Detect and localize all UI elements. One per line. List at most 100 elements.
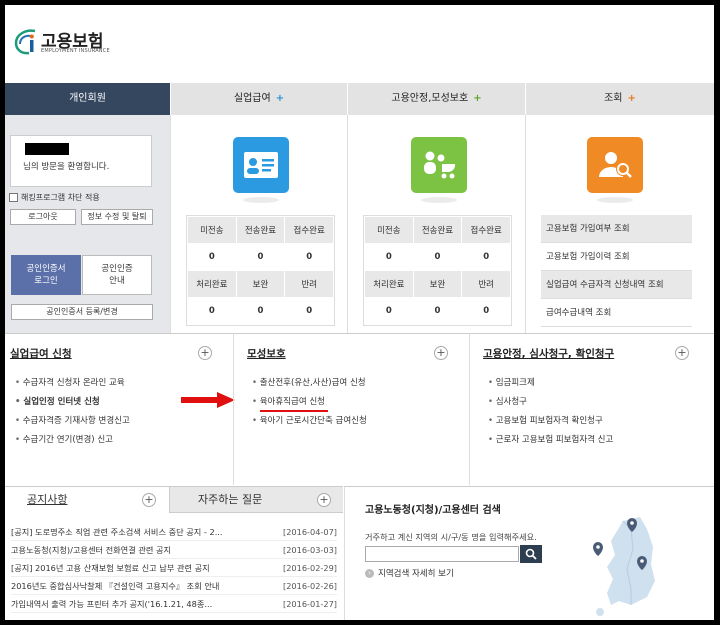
logout-button[interactable]: 로그아웃: [10, 209, 76, 225]
tab-label: 고용안정,모성보호: [391, 93, 469, 104]
lookup-item[interactable]: 고용보험 가입여부 조회: [541, 215, 692, 243]
stat-value[interactable]: 0: [461, 297, 511, 325]
list-item[interactable]: 임금피크제: [488, 374, 613, 393]
stat-header: 접수완료: [461, 216, 511, 244]
stat-value[interactable]: 0: [461, 243, 511, 271]
stat-value[interactable]: 0: [364, 243, 414, 271]
stat-value[interactable]: 0: [284, 243, 334, 271]
stat-value[interactable]: 0: [412, 243, 463, 271]
tab-label: 조회: [604, 93, 623, 104]
notice-date: [2016-02-26]: [283, 581, 337, 591]
logo-subtitle: EMPLOYMENT INSURANCE: [41, 48, 110, 54]
lookup-item[interactable]: 실업급여 수급자격 신청내역 조회: [541, 271, 692, 299]
region-detail-link[interactable]: › 지역검색 자세히 보기: [365, 567, 454, 579]
maternity-stats: 미전송 전송완료 접수완료 000 처리완료 보완 반려 000: [363, 215, 512, 326]
tab-employment-maternity[interactable]: 고용안정,모성보호 +: [347, 83, 525, 115]
stat-header: 전송완료: [412, 216, 463, 244]
region-search-input[interactable]: [365, 546, 519, 562]
hacking-check-label: 해킹프로그램 차단 적용: [21, 193, 100, 202]
notice-row[interactable]: [공지] 도로명주소 직업 관련 주소검색 서비스 중단 공지 - 2... [2…: [11, 523, 337, 541]
cert-guide-button[interactable]: 공인인증 안내: [82, 255, 152, 295]
hacking-checkbox[interactable]: [9, 193, 18, 202]
inquiry-column: 고용보험 가입여부 조회 고용보험 가입이력 조회 실업급여 수급자격 신청내역…: [525, 115, 714, 333]
list-item[interactable]: 출산전후(유산,사산)급여 신청: [252, 374, 367, 393]
list-item[interactable]: 고용보험 피보험자격 확인청구: [488, 412, 613, 431]
tab-individual-member[interactable]: 개인회원: [5, 83, 170, 115]
notice-row[interactable]: 2016년도 중합심사낙찰제 『건설인력 고용지수』 조회 안내 [2016-02…: [11, 577, 337, 595]
cert-login-button[interactable]: 공인인증서로그인: [11, 255, 81, 295]
notice-title: [공지] 도로명주소 직업 관련 주소검색 서비스 중단 공지 - 2...: [11, 527, 223, 537]
more-plus-icon[interactable]: +: [434, 346, 448, 360]
search-title: 고용노동청(지청)/고용센터 검색: [365, 505, 501, 516]
lookup-item[interactable]: 급여수급내역 조회: [541, 299, 692, 327]
notice-row[interactable]: 가입내역서 출력 가능 프린터 추가 공지('16.1.21, 48종... [2…: [11, 595, 337, 613]
lookup-list: 고용보험 가입여부 조회 고용보험 가입이력 조회 실업급여 수급자격 신청내역…: [541, 215, 692, 327]
family-stroller-icon[interactable]: [411, 137, 467, 203]
notice-title: [공지] 2016년 고용 산재보험 보험료 신고 납부 관련 공지: [11, 563, 210, 573]
unemployment-stats: 미전송 전송완료 접수완료 000 처리완료 보완 반려 000: [186, 215, 335, 326]
cert-register-button[interactable]: 공인인증서 등록/변경: [11, 304, 153, 320]
stat-header: 처리완료: [364, 270, 414, 298]
stat-value[interactable]: 0: [364, 297, 414, 325]
tab-faq-label: 자주하는 질문: [198, 493, 263, 506]
plus-icon: +: [275, 93, 285, 104]
list-item[interactable]: 실업인정 인터넷 신청: [15, 393, 130, 412]
more-plus-icon[interactable]: +: [317, 493, 331, 507]
stat-header: 처리완료: [187, 270, 237, 298]
list-item[interactable]: 수급기간 연기(변경) 신고: [15, 431, 130, 450]
stat-value[interactable]: 0: [412, 297, 463, 325]
notice-row[interactable]: [공지] 2016년 고용 산재보험 보험료 신고 납부 관련 공지 [2016-…: [11, 559, 337, 577]
person-search-icon[interactable]: [587, 137, 643, 203]
center-search: 고용노동청(지청)/고용센터 검색 거주하고 계신 지역의 시/구/동 명을 입…: [344, 486, 714, 620]
more-plus-icon[interactable]: +: [198, 346, 212, 360]
stat-value[interactable]: 0: [235, 243, 286, 271]
redacted-username: [25, 143, 69, 155]
notice-title: 가입내역서 출력 가능 프린터 추가 공지('16.1.21, 48종...: [11, 599, 213, 609]
lookup-item[interactable]: 고용보험 가입이력 조회: [541, 243, 692, 271]
cert-login-line2: 로그인: [34, 276, 58, 286]
notice-date: [2016-02-29]: [283, 563, 337, 573]
section-unemployment-apply: 실업급여 신청 + 수급자격 신청자 온라인 교육 실업인정 인터넷 신청 수급…: [5, 333, 235, 485]
notice-date: [2016-01-27]: [283, 599, 337, 609]
tab-inquiry[interactable]: 조회 +: [525, 83, 714, 115]
stat-header: 보완: [235, 270, 286, 298]
stat-value[interactable]: 0: [235, 297, 286, 325]
notice-row[interactable]: 고용노동청(지청)/고용센터 전화연결 관련 공지 [2016-03-03]: [11, 541, 337, 559]
red-underline: [260, 410, 328, 412]
korea-map-icon[interactable]: [585, 509, 665, 619]
tab-unemployment-benefit[interactable]: 실업급여 +: [170, 83, 347, 115]
list-item[interactable]: 수급자격증 기재사항 변경신고: [15, 412, 130, 431]
list-item[interactable]: 수급자격 신청자 온라인 교육: [15, 374, 130, 393]
section-title[interactable]: 고용안정, 심사청구, 확인청구: [483, 346, 614, 361]
more-plus-icon[interactable]: +: [675, 346, 689, 360]
circle-arrow-icon: ›: [365, 568, 374, 578]
maternity-column: 미전송 전송완료 접수완료 000 처리완료 보완 반려 000: [347, 115, 525, 333]
id-card-icon[interactable]: [233, 137, 289, 203]
list-item[interactable]: 심사청구: [488, 393, 613, 412]
region-detail-label: 지역검색 자세히 보기: [378, 569, 454, 579]
more-plus-icon[interactable]: +: [142, 493, 156, 507]
stat-value[interactable]: 0: [187, 297, 237, 325]
stat-header: 보완: [412, 270, 463, 298]
section-title[interactable]: 모성보호: [247, 346, 286, 361]
search-description: 거주하고 계신 지역의 시/구/동 명을 입력해주세요.: [365, 532, 537, 542]
red-arrow-icon: [181, 392, 235, 408]
stat-value[interactable]: 0: [187, 243, 237, 271]
notice-date: [2016-04-07]: [283, 527, 337, 537]
search-icon: [525, 548, 537, 560]
section-title[interactable]: 실업급여 신청: [10, 346, 72, 361]
section-maternity: 모성보호 + 출산전후(유산,사산)급여 신청 육아휴직급여 신청 육아기 근로…: [233, 333, 469, 485]
edit-info-button[interactable]: 정보 수정 및 탈퇴: [81, 209, 153, 225]
list-item[interactable]: 육아기 근로시간단축 급여신청: [252, 412, 367, 431]
plus-icon: +: [473, 93, 482, 104]
stat-value[interactable]: 0: [284, 297, 334, 325]
tab-label: 실업급여: [233, 93, 271, 104]
stat-header: 반려: [461, 270, 511, 298]
stat-header: 반려: [284, 270, 334, 298]
list-item[interactable]: 근로자 고용보험 피보험자격 신고: [488, 431, 614, 450]
notice-title: 2016년도 중합심사낙찰제 『건설인력 고용지수』 조회 안내: [11, 581, 220, 591]
search-button[interactable]: [520, 545, 542, 563]
page-frame: 고용보험 EMPLOYMENT INSURANCE 개인회원 님의 방문을 환영…: [5, 5, 714, 620]
stat-header: 전송완료: [235, 216, 286, 244]
cert-login-line1: 공인인증서: [26, 264, 66, 274]
